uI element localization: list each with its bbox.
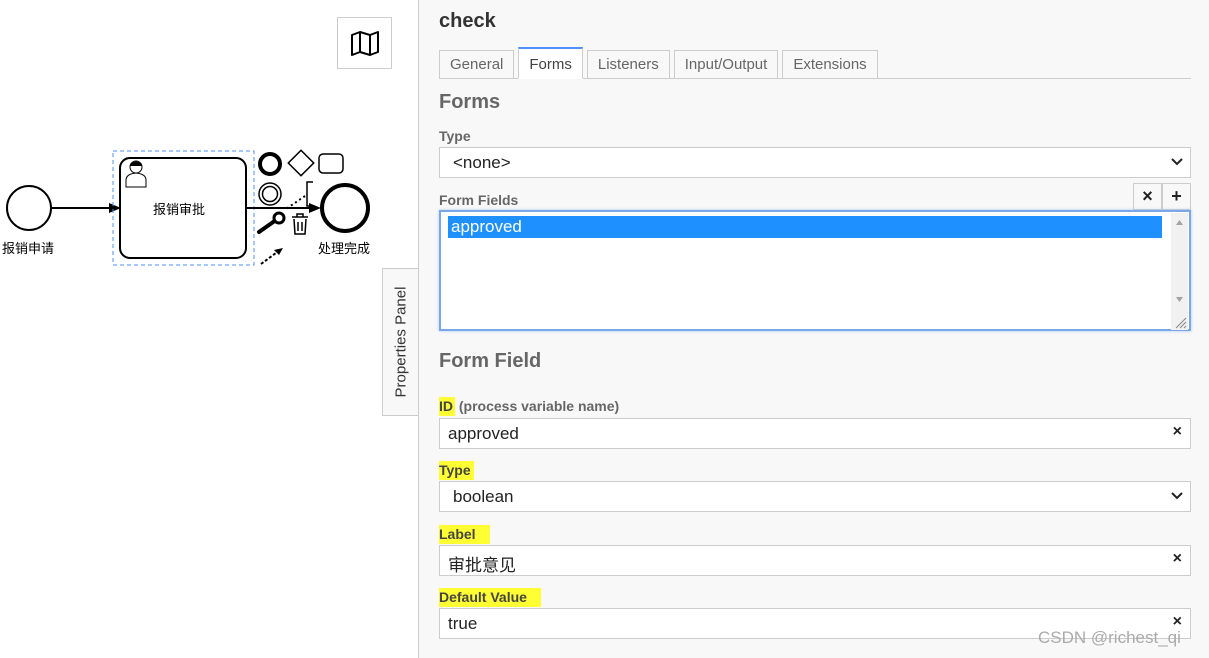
field-id-value: approved bbox=[448, 424, 519, 443]
end-event[interactable] bbox=[320, 183, 370, 233]
append-gateway-icon[interactable] bbox=[287, 149, 315, 177]
forms-section-title: Forms bbox=[439, 91, 501, 113]
tab-general[interactable]: General bbox=[439, 50, 515, 78]
clear-id-icon[interactable]: × bbox=[1173, 423, 1182, 441]
form-fields-buttons: × + bbox=[1133, 183, 1191, 210]
watermark: CSDN @richest_qi bbox=[1038, 628, 1181, 647]
end-event-label: 处理完成 bbox=[318, 242, 371, 257]
connect-arrow-icon[interactable] bbox=[260, 248, 283, 265]
bpmn-canvas[interactable]: 报销申请 报销审批 处理完成 bbox=[0, 0, 418, 658]
field-id-input[interactable]: approved × bbox=[439, 418, 1191, 449]
properties-panel: check General Forms Listeners Input/Outp… bbox=[418, 0, 1209, 658]
add-form-field-button[interactable]: + bbox=[1162, 183, 1191, 210]
field-type-label-highlight: Type bbox=[439, 461, 474, 480]
field-id-label: ID (process variable name) bbox=[439, 397, 620, 416]
task-label: 报销审批 bbox=[153, 203, 206, 218]
field-type-label: Type bbox=[439, 461, 474, 480]
chevron-down-icon bbox=[1171, 492, 1183, 500]
panel-title: check bbox=[439, 10, 496, 32]
append-intermediate-event-icon[interactable] bbox=[258, 182, 282, 206]
form-fields-list[interactable]: approved bbox=[439, 210, 1191, 331]
append-end-event-icon[interactable] bbox=[258, 152, 282, 176]
change-type-wrench-icon[interactable] bbox=[257, 211, 286, 234]
tab-input-output[interactable]: Input/Output bbox=[673, 50, 779, 78]
delete-trash-icon[interactable] bbox=[292, 213, 308, 235]
form-field-option[interactable]: approved bbox=[448, 216, 1162, 238]
field-type-select-value: boolean bbox=[453, 487, 514, 506]
form-fields-label: Form Fields bbox=[439, 192, 519, 208]
form-type-select-value: <none> bbox=[453, 153, 511, 172]
clear-label-icon[interactable]: × bbox=[1173, 550, 1182, 568]
start-event-label: 报销申请 bbox=[2, 242, 55, 257]
field-default-value-label: Default Value bbox=[439, 588, 541, 607]
tab-forms[interactable]: Forms bbox=[518, 47, 583, 79]
field-type-select[interactable]: boolean bbox=[439, 481, 1191, 512]
properties-tabs: General Forms Listeners Input/Output Ext… bbox=[439, 46, 1191, 79]
chevron-down-icon bbox=[1171, 158, 1183, 166]
field-default-value-label-highlight: Default Value bbox=[439, 588, 541, 607]
append-task-icon[interactable] bbox=[318, 153, 344, 174]
field-id-label-hint: (process variable name) bbox=[455, 398, 620, 414]
text-annotation-icon[interactable] bbox=[285, 181, 313, 210]
field-label-value: 审批意见 bbox=[448, 556, 516, 575]
map-icon bbox=[350, 31, 379, 56]
field-default-value: true bbox=[448, 614, 478, 633]
properties-panel-toggle-label: Properties Panel bbox=[392, 286, 409, 398]
field-label-input[interactable]: 审批意见 × bbox=[439, 545, 1191, 576]
field-id-label-highlight: ID bbox=[439, 397, 455, 416]
form-type-select[interactable]: <none> bbox=[439, 147, 1191, 178]
field-label-label: Label bbox=[439, 525, 490, 544]
properties-panel-toggle[interactable]: Properties Panel bbox=[382, 268, 418, 416]
form-fields-scrollbar[interactable] bbox=[1171, 213, 1188, 330]
form-type-label: Type bbox=[439, 128, 471, 144]
tab-extensions[interactable]: Extensions bbox=[782, 50, 878, 78]
tab-listeners[interactable]: Listeners bbox=[586, 50, 670, 78]
start-event[interactable] bbox=[6, 185, 52, 231]
scrollbar-arrows-icon bbox=[1175, 220, 1187, 329]
form-field-section-title: Form Field bbox=[439, 350, 542, 372]
field-label-label-highlight: Label bbox=[439, 525, 490, 544]
sequence-flow-arrowhead-2 bbox=[309, 203, 321, 213]
bpmn-diagram[interactable] bbox=[0, 0, 418, 658]
minimap-toggle-button[interactable] bbox=[337, 17, 392, 69]
remove-form-field-button[interactable]: × bbox=[1133, 183, 1162, 210]
